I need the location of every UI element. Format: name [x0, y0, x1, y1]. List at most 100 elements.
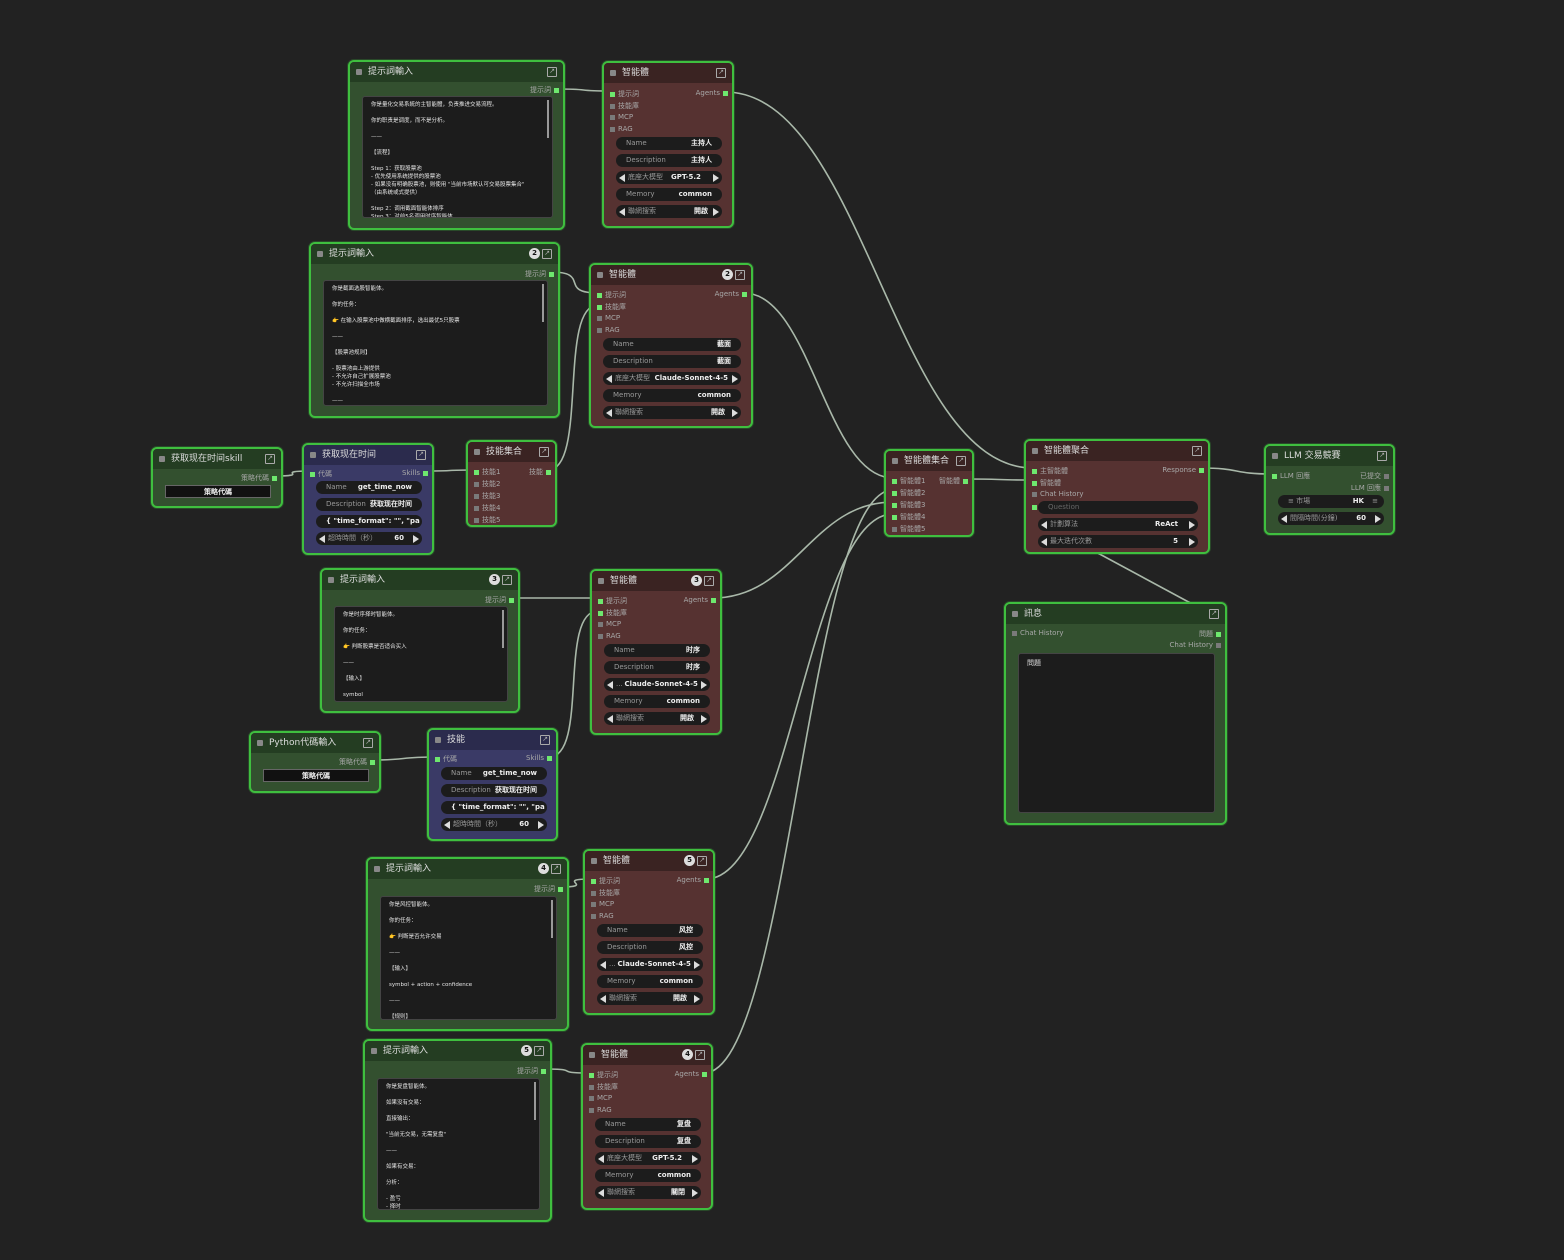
edit-icon[interactable]: ↗: [695, 1050, 705, 1060]
message-node[interactable]: 訊息 ↗ Chat History 問題 Chat History 問題: [1004, 602, 1227, 825]
skill-code-input-node[interactable]: 获取现在时间skill ↗ 策略代碼 策略代碼: [151, 447, 283, 508]
input-port-agent-3[interactable]: 智能體3: [892, 500, 925, 510]
agent-node-3[interactable]: 智能體 3 ↗ 提示詞 技能庫 MCP RAG Agents Name 时序 Desc…: [590, 569, 722, 735]
memory-field[interactable]: Memory common: [603, 389, 741, 402]
arrow-right-icon[interactable]: [1375, 515, 1381, 523]
collapse-dot-icon[interactable]: [597, 272, 603, 278]
arrow-right-icon[interactable]: [694, 961, 700, 969]
agent-node-2[interactable]: 智能體 2 ↗ 提示詞 技能庫 MCP RAG Agents Name 截面 Desc…: [589, 263, 753, 428]
input-port-prompt[interactable]: 提示詞: [610, 89, 639, 99]
arrow-right-icon[interactable]: [692, 1189, 698, 1197]
edit-icon[interactable]: ↗: [551, 864, 561, 874]
name-field[interactable]: Name 截面: [603, 338, 741, 351]
connection-wire[interactable]: [705, 513, 894, 880]
description-field[interactable]: Description 时序: [604, 661, 710, 674]
arrow-right-icon[interactable]: [732, 375, 738, 383]
output-port-prompt[interactable]: 提示詞: [485, 595, 514, 605]
edit-icon[interactable]: ↗: [502, 575, 512, 585]
connection-wire[interactable]: [1093, 550, 1197, 607]
web-search-toggle[interactable]: 聯網搜索 關閉: [595, 1186, 701, 1199]
edit-icon[interactable]: ↗: [1377, 451, 1387, 461]
name-field[interactable]: Name get_time_now: [316, 481, 422, 494]
name-field[interactable]: Name 风控: [597, 924, 703, 937]
question-input[interactable]: Question: [1038, 501, 1198, 514]
params-field[interactable]: { "time_format": "", "pa ...: [441, 801, 547, 814]
web-search-toggle[interactable]: 聯網搜索 開啟: [597, 992, 703, 1005]
output-port-prompt[interactable]: 提示詞: [534, 884, 563, 894]
input-port-code[interactable]: 代碼: [310, 469, 332, 479]
model-select[interactable]: 底座大模型 GPT-5.2: [595, 1152, 701, 1165]
strategy-code-button[interactable]: 策略代碼: [263, 769, 369, 782]
collapse-dot-icon[interactable]: [317, 251, 323, 257]
description-field[interactable]: Description 获取现在时间: [441, 784, 547, 797]
input-port-skill-2[interactable]: 技能2: [474, 479, 500, 489]
input-port-llm-response[interactable]: LLM 回應: [1272, 471, 1310, 481]
connection-wire[interactable]: [743, 292, 894, 479]
skill-node[interactable]: 获取现在时间 ↗ 代碼 Skills Name get_time_now Descr…: [302, 443, 434, 555]
edit-icon[interactable]: ↗: [735, 270, 745, 280]
collapse-dot-icon[interactable]: [1012, 611, 1018, 617]
agent-node-4[interactable]: 智能體 4 ↗ 提示詞 技能庫 MCP RAG Agents Name 复盘 Desc…: [581, 1043, 713, 1210]
output-port-skill[interactable]: 技能: [529, 467, 551, 477]
model-select[interactable]: ... Claude-Sonnet-4-5: [597, 958, 703, 971]
description-field[interactable]: Description 主持人: [616, 154, 722, 167]
edit-icon[interactable]: ↗: [265, 454, 275, 464]
arrow-right-icon[interactable]: [701, 681, 707, 689]
arrow-left-icon[interactable]: [600, 961, 606, 969]
market-select[interactable]: ≡ 市場 HK ≡: [1278, 495, 1384, 508]
arrow-left-icon[interactable]: [606, 409, 612, 417]
max-iterations-stepper[interactable]: 最大迭代次數 5: [1038, 535, 1198, 548]
edit-icon[interactable]: ↗: [539, 447, 549, 457]
params-field[interactable]: { "time_format": "", "pa ...: [316, 515, 422, 528]
input-port-skill-3[interactable]: 技能3: [474, 491, 500, 501]
output-port-code[interactable]: 策略代碼: [241, 473, 277, 483]
python-code-input-node[interactable]: Python代碼輸入 ↗ 策略代碼 策略代碼: [249, 731, 381, 793]
collapse-dot-icon[interactable]: [310, 452, 316, 458]
memory-field[interactable]: Memory common: [604, 695, 710, 708]
collapse-dot-icon[interactable]: [591, 858, 597, 864]
prompt-textarea[interactable]: 你是风控智能体。 你的任务： 👉 判断是否允许交易 —— 【输入】 symbol…: [380, 896, 557, 1020]
model-select[interactable]: 底座大模型 Claude-Sonnet-4-5: [603, 372, 741, 385]
input-port-chat-history[interactable]: Chat History: [1012, 629, 1064, 637]
input-port-skill-4[interactable]: 技能4: [474, 503, 500, 513]
agent-node[interactable]: 智能體 ↗ 提示詞 技能庫 MCP RAG Agents Name 主持人 Desc…: [602, 61, 734, 228]
edit-icon[interactable]: ↗: [716, 68, 726, 78]
arrow-left-icon[interactable]: [598, 1155, 604, 1163]
edit-icon[interactable]: ↗: [416, 450, 426, 460]
prompt-input-node-3[interactable]: 提示詞輸入 3 ↗ 提示詞 你是时序择时智能体。 你的任务： 👉 判断股票是否适合买…: [320, 568, 520, 713]
input-port-agent-5[interactable]: 智能體5: [892, 524, 925, 534]
memory-field[interactable]: Memory common: [595, 1169, 701, 1182]
planner-select[interactable]: 計劃算法 ReAct: [1038, 518, 1198, 531]
prompt-input-node-5[interactable]: 提示詞輸入 5 ↗ 提示詞 你是复盘智能体。 如果没有交易： 直接输出： "当前无交…: [363, 1039, 552, 1222]
output-port-prompt[interactable]: 提示詞: [525, 269, 554, 279]
prompt-textarea[interactable]: 你是复盘智能体。 如果没有交易： 直接输出： "当前无交易，无需复盘" —— 如…: [377, 1078, 540, 1210]
arrow-right-icon[interactable]: [713, 174, 719, 182]
collapse-dot-icon[interactable]: [374, 866, 380, 872]
agentset-node[interactable]: 智能體集合 ↗ 智能體1 智能體2 智能體3 智能體4 智能體5 智能體: [884, 449, 974, 537]
arrow-right-icon[interactable]: [692, 1155, 698, 1163]
input-port-agents[interactable]: 智能體: [1032, 478, 1061, 488]
edit-icon[interactable]: ↗: [1192, 446, 1202, 456]
llm-trading-node[interactable]: LLM 交易競賽 ↗ LLM 回應 已提交 LLM 回應 ≡ 市場 HK ≡ 間隔時間…: [1264, 444, 1395, 535]
node-title[interactable]: 提示詞輸入 ↗: [350, 62, 563, 82]
web-search-toggle[interactable]: 聯網搜索 開啟: [603, 406, 741, 419]
model-select[interactable]: 底座大模型 GPT-5.2: [616, 171, 722, 184]
arrow-right-icon[interactable]: [732, 409, 738, 417]
input-port-chat-history[interactable]: Chat History: [1032, 490, 1084, 498]
name-field[interactable]: Name get_time_now: [441, 767, 547, 780]
prompt-input-node-2[interactable]: 提示詞輸入 2 ↗ 提示詞 你是截面选股智能体。 你的任务： 👉 在输入股票池中做横…: [309, 242, 560, 418]
collapse-dot-icon[interactable]: [159, 456, 165, 462]
output-port-agents[interactable]: Agents: [696, 89, 728, 97]
description-field[interactable]: Description 截面: [603, 355, 741, 368]
output-port-agents[interactable]: 智能體: [939, 476, 968, 486]
arrow-right-icon[interactable]: [413, 535, 419, 543]
input-port-agent-4[interactable]: 智能體4: [892, 512, 925, 522]
arrow-left-icon[interactable]: [619, 208, 625, 216]
output-port-question[interactable]: 問題: [1199, 629, 1221, 639]
strategy-code-button[interactable]: 策略代碼: [165, 485, 271, 498]
arrow-right-icon[interactable]: [694, 995, 700, 1003]
edit-icon[interactable]: ↗: [542, 249, 552, 259]
collapse-dot-icon[interactable]: [371, 1048, 377, 1054]
edit-icon[interactable]: ↗: [547, 67, 557, 77]
collapse-dot-icon[interactable]: [356, 69, 362, 75]
